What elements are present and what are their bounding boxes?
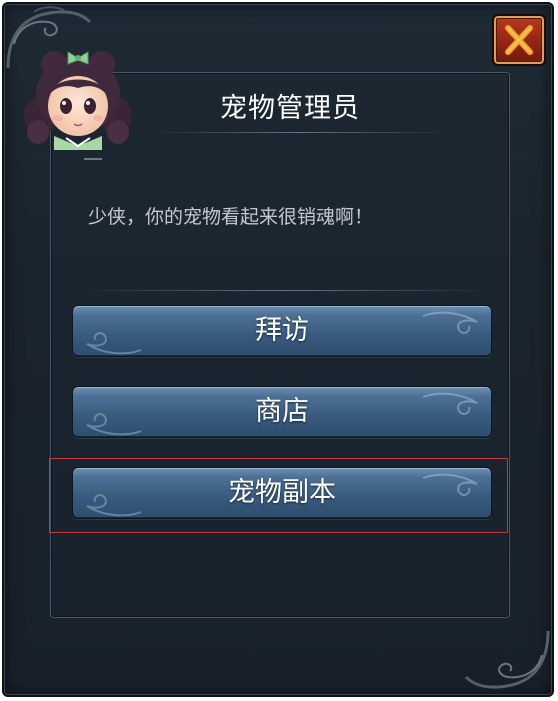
- swirl-ornament-icon: [86, 332, 142, 355]
- swirl-ornament-icon: [86, 494, 142, 517]
- visit-button-label: 拜访: [255, 315, 309, 346]
- message-divider: [80, 290, 492, 291]
- swirl-ornament-icon: [422, 392, 478, 415]
- close-x-icon: [505, 25, 533, 55]
- npc-girl-portrait-icon: [24, 51, 132, 150]
- shop-button[interactable]: 商店: [72, 386, 492, 438]
- swirl-ornament-icon: [422, 473, 478, 496]
- decorative-dash: [84, 158, 102, 160]
- title-divider: [152, 132, 452, 133]
- npc-message: 少侠，你的宠物看起来很销魂啊！: [88, 206, 374, 228]
- pet-dungeon-button-label: 宠物副本: [228, 477, 336, 508]
- swirl-ornament-icon: [86, 413, 142, 436]
- dialog-title: 宠物管理员: [220, 93, 360, 124]
- visit-button[interactable]: 拜访: [72, 305, 492, 357]
- swirl-ornament-icon: [422, 311, 478, 334]
- shop-button-label: 商店: [255, 396, 309, 427]
- close-button[interactable]: [492, 14, 546, 66]
- corner-ornament-bottom-right: [464, 630, 550, 689]
